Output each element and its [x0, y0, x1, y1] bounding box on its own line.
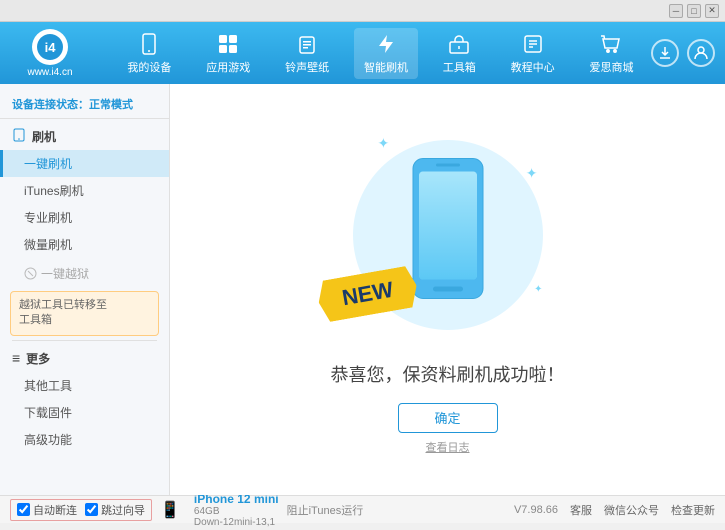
download-firmware-label: 下载固件	[24, 406, 72, 420]
nav-toolbox[interactable]: 工具箱	[433, 28, 486, 79]
more-section-icon: ≡	[12, 350, 20, 366]
sidebar-item-download-firmware[interactable]: 下载固件	[0, 399, 169, 426]
device-model: Down-12mini-13,1	[194, 517, 279, 528]
nav-smart-flash-label: 智能刷机	[364, 59, 408, 75]
nav-ringtones[interactable]: 铃声壁纸	[275, 28, 339, 79]
advanced-label: 高级功能	[24, 433, 72, 447]
other-tools-label: 其他工具	[24, 379, 72, 393]
minimize-button[interactable]: ─	[669, 4, 683, 18]
store-icon	[599, 32, 623, 56]
device-status: 设备连接状态：正常模式	[0, 90, 169, 119]
version-text: V7.98.66	[514, 504, 558, 516]
itunes-status: 阻止iTunes运行	[287, 502, 364, 518]
nav-my-device-label: 我的设备	[127, 59, 171, 75]
jailbreak-section-title: 一键越狱	[0, 260, 169, 287]
auto-close-checkbox[interactable]: 自动断连	[17, 502, 77, 518]
title-bar: ─ □ ✕	[0, 0, 725, 22]
confirm-button[interactable]: 确定	[398, 403, 498, 433]
nav-smart-flash[interactable]: 智能刷机	[354, 28, 418, 79]
more-section-title: ≡ 更多	[0, 345, 169, 372]
nav-tutorials[interactable]: 教程中心	[501, 28, 565, 79]
status-value: 正常模式	[89, 99, 133, 111]
apps-games-icon	[216, 32, 240, 56]
device-phone-icon: 📱	[160, 500, 180, 520]
sidebar-divider	[12, 340, 157, 341]
success-title: 恭喜您，保资料刷机成功啦！	[331, 361, 565, 387]
jailbreak-notice: 越狱工具已转移至工具箱	[10, 291, 159, 336]
sidebar-item-other-tools[interactable]: 其他工具	[0, 372, 169, 399]
download-button[interactable]	[651, 39, 679, 67]
checkbox-group: 自动断连 跳过向导	[10, 499, 152, 521]
success-illustration: NEW ✦ ✦ ✦	[348, 125, 548, 345]
flash-section-title: 刷机	[0, 123, 169, 150]
user-button[interactable]	[687, 39, 715, 67]
bottom-right: V7.98.66 客服 微信公众号 检查更新	[514, 502, 715, 518]
nav-toolbox-label: 工具箱	[443, 59, 476, 75]
wechat-link[interactable]: 微信公众号	[604, 502, 659, 518]
pro-flash-label: 专业刷机	[24, 211, 72, 225]
one-click-flash-label: 一键刷机	[24, 157, 72, 171]
window-controls: ─ □ ✕	[669, 4, 719, 18]
auto-close-input[interactable]	[17, 503, 30, 516]
smart-flash-icon	[374, 32, 398, 56]
logo-area: i4 www.i4.cn	[10, 29, 90, 78]
sidebar-item-advanced[interactable]: 高级功能	[0, 426, 169, 453]
nav-apps-games-label: 应用游戏	[206, 59, 250, 75]
device-storage: 64GB	[194, 506, 279, 517]
tutorials-icon	[521, 32, 545, 56]
sparkle-1: ✦	[378, 135, 390, 152]
sidebar-item-itunes-flash[interactable]: iTunes刷机	[0, 177, 169, 204]
main-layout: 设备连接状态：正常模式 刷机 一键刷机 iTunes刷机 专业刷机 微量刷机	[0, 84, 725, 495]
close-button[interactable]: ✕	[705, 4, 719, 18]
ringtones-icon	[295, 32, 319, 56]
content-area: NEW ✦ ✦ ✦ 恭喜您，保资料刷机成功啦！ 确定 查看日志	[170, 84, 725, 495]
flash-section-label: 刷机	[32, 128, 56, 145]
logo-text: www.i4.cn	[27, 67, 72, 78]
jailbreak-section: 一键越狱 越狱工具已转移至工具箱	[0, 260, 169, 336]
customer-service-link[interactable]: 客服	[570, 502, 592, 518]
sidebar: 设备连接状态：正常模式 刷机 一键刷机 iTunes刷机 专业刷机 微量刷机	[0, 84, 170, 495]
check-update-link[interactable]: 检查更新	[671, 502, 715, 518]
sidebar-item-one-click-flash[interactable]: 一键刷机	[0, 150, 169, 177]
itunes-status-label: 阻止iTunes运行	[287, 502, 364, 518]
flash-section-icon	[12, 128, 26, 145]
sparkle-2: ✦	[526, 165, 538, 182]
skip-wizard-input[interactable]	[85, 503, 98, 516]
svg-text:i4: i4	[45, 40, 57, 55]
auto-close-label: 自动断连	[33, 502, 77, 518]
nav-ringtones-label: 铃声壁纸	[285, 59, 329, 75]
sidebar-item-pro-flash[interactable]: 专业刷机	[0, 204, 169, 231]
nav-items: 我的设备 应用游戏 铃声壁纸 智能刷机 工具箱	[110, 28, 651, 79]
flash-section: 刷机 一键刷机 iTunes刷机 专业刷机 微量刷机	[0, 123, 169, 258]
skip-wizard-checkbox[interactable]: 跳过向导	[85, 502, 145, 518]
nav-tutorials-label: 教程中心	[511, 59, 555, 75]
downgrade-flash-label: 微量刷机	[24, 238, 72, 252]
more-section-label: 更多	[26, 350, 50, 367]
top-nav: i4 www.i4.cn 我的设备 应用游戏 铃声壁纸	[0, 22, 725, 84]
more-section: ≡ 更多 其他工具 下载固件 高级功能	[0, 345, 169, 453]
sparkle-3: ✦	[534, 284, 542, 295]
sidebar-item-downgrade-flash[interactable]: 微量刷机	[0, 231, 169, 258]
nav-right-controls	[651, 39, 715, 67]
bottom-bar: 自动断连 跳过向导 📱 iPhone 12 mini 64GB Down-12m…	[0, 495, 725, 523]
device-info: iPhone 12 mini 64GB Down-12mini-13,1	[194, 492, 279, 528]
log-link[interactable]: 查看日志	[426, 439, 470, 455]
my-device-icon	[137, 32, 161, 56]
nav-apps-games[interactable]: 应用游戏	[196, 28, 260, 79]
nav-store-label: 爱思商城	[589, 59, 633, 75]
nav-store[interactable]: 爱思商城	[579, 28, 643, 79]
nav-my-device[interactable]: 我的设备	[117, 28, 181, 79]
logo-icon: i4	[32, 29, 68, 65]
toolbox-icon	[447, 32, 471, 56]
bottom-left: 自动断连 跳过向导 📱 iPhone 12 mini 64GB Down-12m…	[10, 490, 363, 530]
phone-svg	[403, 153, 493, 316]
maximize-button[interactable]: □	[687, 4, 701, 18]
device-section: 📱 iPhone 12 mini 64GB Down-12mini-13,1	[160, 490, 279, 530]
itunes-flash-label: iTunes刷机	[24, 184, 84, 198]
skip-wizard-label: 跳过向导	[101, 502, 145, 518]
status-label: 设备连接状态：	[12, 99, 89, 111]
